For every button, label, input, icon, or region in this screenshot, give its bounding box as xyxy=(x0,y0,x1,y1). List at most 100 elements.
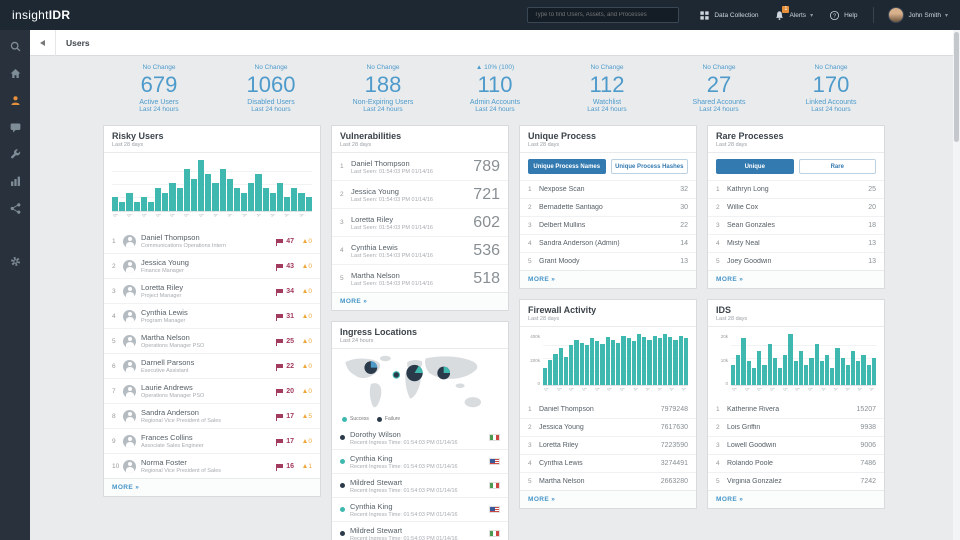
sidebar-item-reports[interactable] xyxy=(4,173,26,195)
process-row[interactable]: 2Willie Cox20 xyxy=(708,199,884,217)
vulnerability-row[interactable]: 1Daniel ThompsonLast Seen: 01:54:03 PM 0… xyxy=(332,153,508,181)
process-name[interactable]: Sean Gonzales xyxy=(727,222,864,229)
user-name[interactable]: Laurie Andrews xyxy=(141,383,268,392)
ids-row[interactable]: 2Lois Griffin9938 xyxy=(708,419,884,437)
ids-row[interactable]: 3Lowell Goodwin9006 xyxy=(708,437,884,455)
user-name[interactable]: Dorothy Wilson xyxy=(350,430,489,439)
sidebar-item-messages[interactable] xyxy=(4,119,26,141)
risky-user-row[interactable]: 8Sandra AndersonRegional Vice President … xyxy=(104,404,320,429)
sidebar-item-home[interactable] xyxy=(4,65,26,87)
risky-user-row[interactable]: 4Cynthia LewisProgram Manager310 xyxy=(104,304,320,329)
process-name[interactable]: Willie Cox xyxy=(727,204,864,211)
ids-row[interactable]: 1Katherine Rivera15207 xyxy=(708,401,884,419)
process-name[interactable]: Kathryn Long xyxy=(727,186,864,193)
user-name[interactable]: Cynthia Lewis xyxy=(141,308,268,317)
ingress-row[interactable]: Cynthia KingRecent Ingress Time: 01:54:0… xyxy=(332,498,508,522)
app-logo[interactable]: insightIDR xyxy=(12,8,70,22)
ingress-row[interactable]: Cynthia KingRecent Ingress Time: 01:54:0… xyxy=(332,450,508,474)
scrollbar-thumb[interactable] xyxy=(954,32,959,142)
vulnerability-row[interactable]: 3Loretta RileyLast Seen: 01:54:03 PM 01/… xyxy=(332,209,508,237)
firewall-row[interactable]: 5Martha Nelson2663280 xyxy=(520,473,696,490)
more-link[interactable]: MORE » xyxy=(332,292,508,310)
stat-active-users[interactable]: No Change679Active UsersLast 24 hours xyxy=(103,64,215,113)
sidebar-item-users[interactable] xyxy=(4,92,26,114)
stat-linked-accounts[interactable]: No Change170Linked AccountsLast 24 hours xyxy=(775,64,887,113)
firewall-row[interactable]: 3Loretta Riley7223590 xyxy=(520,437,696,455)
risky-user-row[interactable]: 1Daniel ThompsonCommunications Operation… xyxy=(104,229,320,254)
user-name[interactable]: Jessica Young xyxy=(351,187,469,196)
process-row[interactable]: 2Bernadette Santiago30 xyxy=(520,199,696,217)
user-name[interactable]: Frances Collins xyxy=(141,433,268,442)
user-name[interactable]: Norma Foster xyxy=(141,458,268,467)
sidebar-item-tools[interactable] xyxy=(4,146,26,168)
vulnerability-row[interactable]: 5Martha NelsonLast Seen: 01:54:03 PM 01/… xyxy=(332,265,508,292)
tab-unique-process-names[interactable]: Unique Process Names xyxy=(528,159,606,174)
ingress-row[interactable]: Mildred StewartRecent Ingress Time: 01:5… xyxy=(332,522,508,540)
process-row[interactable]: 3Sean Gonzales18 xyxy=(708,217,884,235)
help-button[interactable]: ? Help xyxy=(829,10,857,21)
risky-user-row[interactable]: 2Jessica YoungFinance Manager430 xyxy=(104,254,320,279)
user-name[interactable]: Jessica Young xyxy=(539,424,657,431)
ingress-row[interactable]: Dorothy WilsonRecent Ingress Time: 01:54… xyxy=(332,426,508,450)
vertical-scrollbar[interactable] xyxy=(953,30,960,540)
stat-watchlist[interactable]: No Change112WatchlistLast 24 hours xyxy=(551,64,663,113)
stat-shared-accounts[interactable]: No Change27Shared AccountsLast 24 hours xyxy=(663,64,775,113)
process-row[interactable]: 3Delbert Mullins22 xyxy=(520,217,696,235)
more-link[interactable]: MORE » xyxy=(104,478,320,496)
user-name[interactable]: Darnell Parsons xyxy=(141,358,268,367)
user-name[interactable]: Daniel Thompson xyxy=(141,233,268,242)
risky-user-row[interactable]: 6Darnell ParsonsExecutive Assistant220 xyxy=(104,354,320,379)
user-name[interactable]: Loretta Riley xyxy=(351,215,469,224)
process-name[interactable]: Grant Moody xyxy=(539,258,676,265)
process-name[interactable]: Misty Neal xyxy=(727,240,864,247)
global-search-input[interactable] xyxy=(527,7,679,23)
process-name[interactable]: Delbert Mullins xyxy=(539,222,676,229)
stat-non-expiring-users[interactable]: No Change188Non-Expiring UsersLast 24 ho… xyxy=(327,64,439,113)
tab-rare[interactable]: Rare xyxy=(799,159,877,174)
user-name[interactable]: Cynthia King xyxy=(350,454,489,463)
ingress-row[interactable]: Mildred StewartRecent Ingress Time: 01:5… xyxy=(332,474,508,498)
process-row[interactable]: 1Kathryn Long25 xyxy=(708,181,884,199)
process-name[interactable]: Nexpose Scan xyxy=(539,186,676,193)
vulnerability-row[interactable]: 4Cynthia LewisLast Seen: 01:54:03 PM 01/… xyxy=(332,237,508,265)
firewall-row[interactable]: 1Daniel Thompson7979248 xyxy=(520,401,696,419)
process-row[interactable]: 5Joey Goodwin13 xyxy=(708,253,884,270)
user-name[interactable]: Mildred Stewart xyxy=(350,526,489,535)
user-name[interactable]: Martha Nelson xyxy=(539,478,657,485)
user-name[interactable]: Sandra Anderson xyxy=(141,408,268,417)
sidebar-item-connections[interactable] xyxy=(4,200,26,222)
sidebar-item-settings[interactable] xyxy=(4,253,26,275)
risky-user-row[interactable]: 10Norma FosterRegional Vice President of… xyxy=(104,454,320,478)
more-link[interactable]: MORE » xyxy=(520,270,696,288)
user-name[interactable]: Loretta Riley xyxy=(539,442,657,449)
user-name[interactable]: Cynthia Lewis xyxy=(351,243,469,252)
more-link[interactable]: MORE » xyxy=(708,490,884,508)
more-link[interactable]: MORE » xyxy=(520,490,696,508)
risky-user-row[interactable]: 3Loretta RileyProject Manager340 xyxy=(104,279,320,304)
back-button[interactable] xyxy=(30,30,56,56)
user-name[interactable]: Daniel Thompson xyxy=(351,159,469,168)
user-name[interactable]: Katherine Rivera xyxy=(727,406,853,413)
user-name[interactable]: Cynthia King xyxy=(350,502,489,511)
risky-user-row[interactable]: 5Martha NelsonOperations Manager PSO250 xyxy=(104,329,320,354)
process-name[interactable]: Bernadette Santiago xyxy=(539,204,676,211)
firewall-row[interactable]: 4Cynthia Lewis3274491 xyxy=(520,455,696,473)
user-name[interactable]: Mildred Stewart xyxy=(350,478,489,487)
user-name[interactable]: Martha Nelson xyxy=(351,271,469,280)
process-row[interactable]: 4Sandra Anderson (Admin)14 xyxy=(520,235,696,253)
process-name[interactable]: Joey Goodwin xyxy=(727,258,864,265)
user-name[interactable]: Lowell Goodwin xyxy=(727,442,856,449)
user-menu[interactable]: John Smith ▾ xyxy=(888,7,948,23)
sidebar-item-search[interactable] xyxy=(4,38,26,60)
more-link[interactable]: MORE » xyxy=(708,270,884,288)
stat-disabled-users[interactable]: No Change1060Disabled UsersLast 24 hours xyxy=(215,64,327,113)
user-name[interactable]: Rolando Poole xyxy=(727,460,856,467)
process-row[interactable]: 1Nexpose Scan32 xyxy=(520,181,696,199)
user-name[interactable]: Daniel Thompson xyxy=(539,406,657,413)
alerts-button[interactable]: 1 Alerts ▾ xyxy=(774,10,813,21)
tab-unique[interactable]: Unique xyxy=(716,159,794,174)
vulnerability-row[interactable]: 2Jessica YoungLast Seen: 01:54:03 PM 01/… xyxy=(332,181,508,209)
user-name[interactable]: Virginia Gonzalez xyxy=(727,478,856,485)
user-name[interactable]: Cynthia Lewis xyxy=(539,460,657,467)
user-name[interactable]: Lois Griffin xyxy=(727,424,856,431)
